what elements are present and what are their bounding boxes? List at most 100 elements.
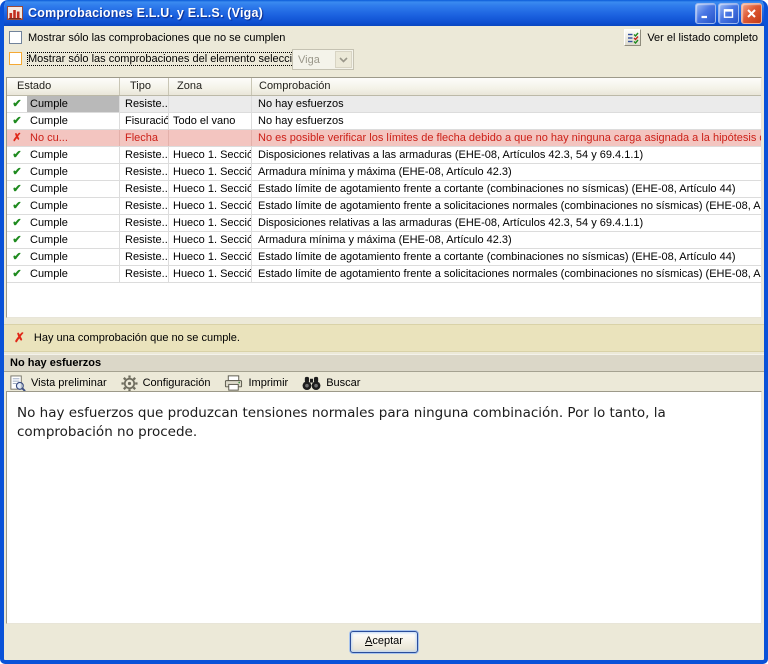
table-row[interactable]: ✔ Cumple Fisuración Todo el vano No hay …	[7, 113, 761, 130]
chevron-down-icon	[339, 56, 348, 63]
cell-comprobacion: Armadura mínima y máxima (EHE-08, Artícu…	[258, 234, 512, 246]
column-header-tipo[interactable]: Tipo	[120, 78, 169, 95]
cell-comprobacion: No hay esfuerzos	[258, 98, 344, 110]
cell-comprobacion: Estado límite de agotamiento frente a so…	[258, 200, 761, 212]
preview-label: Vista preliminar	[31, 377, 107, 389]
table-row[interactable]: ✔ Cumple Resiste... Hueco 1. Sección inf…	[7, 232, 761, 249]
cell-zona	[169, 130, 252, 146]
cell-estado: Cumple	[27, 164, 120, 180]
cell-estado: Cumple	[27, 249, 120, 265]
column-header-estado[interactable]: Estado	[7, 78, 120, 95]
minimize-icon	[701, 15, 707, 18]
only-selected-element-label[interactable]: Mostrar sólo las comprobaciones del elem…	[27, 51, 324, 66]
dialog-window: Comprobaciones E.L.U. y E.L.S. (Viga) Mo…	[0, 0, 768, 664]
cell-tipo: Resiste...	[120, 147, 169, 163]
filter-element-row: Mostrar sólo las comprobaciones del elem…	[9, 51, 324, 66]
cell-comprobacion: No hay esfuerzos	[258, 115, 344, 127]
row-status-icon: ✗	[12, 132, 22, 144]
table-row[interactable]: ✔ Cumple Resiste... Hueco 1. Sección inf…	[7, 266, 761, 283]
preview-icon	[10, 374, 26, 392]
search-icon	[302, 376, 321, 390]
cell-zona	[169, 96, 252, 112]
fail-icon: ✗	[14, 330, 25, 345]
element-type-select[interactable]: Viga	[292, 49, 354, 70]
cell-comprobacion: Estado límite de agotamiento frente a co…	[258, 183, 736, 195]
row-status-icon: ✔	[7, 96, 27, 112]
cell-zona: Hueco 1. Sección inferi...	[169, 266, 252, 282]
settings-label: Configuración	[142, 377, 211, 389]
cell-zona: Hueco 1. Sección supe...	[169, 181, 252, 197]
table-body: ✔ Cumple Resiste... No hay esfuerzos ✔ C…	[7, 96, 761, 317]
cell-estado: No cu...	[27, 130, 120, 146]
cell-zona: Todo el vano	[169, 113, 252, 129]
cell-tipo: Resiste...	[120, 266, 169, 282]
view-full-listing-label: Ver el listado completo	[647, 31, 758, 44]
table-row[interactable]: ✔ Cumple Resiste... Hueco 1. Sección sup…	[7, 164, 761, 181]
cell-zona: Hueco 1. Sección supe...	[169, 147, 252, 163]
summary-status-text: Hay una comprobación que no se cumple.	[33, 332, 240, 344]
accept-button[interactable]: Aceptar	[350, 631, 418, 653]
preview-button[interactable]: Vista preliminar	[9, 374, 107, 392]
close-button[interactable]	[741, 2, 762, 24]
table-row[interactable]: ✗ No cu... Flecha No es posible verifica…	[7, 130, 761, 147]
view-full-listing-button[interactable]: Ver el listado completo	[624, 29, 758, 46]
cell-estado: Cumple	[27, 215, 120, 231]
only-failed-checkbox[interactable]	[9, 31, 22, 44]
cell-zona: Hueco 1. Sección supe...	[169, 164, 252, 180]
minimize-button[interactable]	[695, 2, 716, 24]
row-status-icon: ✔	[12, 217, 22, 229]
maximize-button[interactable]	[718, 2, 739, 24]
only-selected-element-checkbox[interactable]	[9, 52, 22, 65]
table-row[interactable]: ✔ Cumple Resiste... Hueco 1. Sección inf…	[7, 249, 761, 266]
table-row[interactable]: ✔ Cumple Resiste... Hueco 1. Sección inf…	[7, 215, 761, 232]
cell-tipo: Resiste...	[120, 181, 169, 197]
row-status-icon: ✔	[12, 234, 22, 246]
search-label: Buscar	[326, 377, 361, 389]
maximize-icon	[723, 8, 734, 18]
cell-estado: Cumple	[27, 181, 120, 197]
cell-estado: Cumple	[27, 232, 120, 248]
row-status-icon: ✔	[12, 166, 22, 178]
cell-comprobacion: No es posible verificar los límites de f…	[258, 132, 761, 144]
cell-estado: Cumple	[27, 147, 120, 163]
table-header: Estado Tipo Zona Comprobación	[7, 78, 761, 96]
titlebar: Comprobaciones E.L.U. y E.L.S. (Viga)	[4, 0, 764, 26]
close-icon	[747, 8, 756, 18]
combo-arrow-button[interactable]	[335, 51, 352, 68]
detail-toolbar: Vista preliminar Configuración Imprimir …	[9, 373, 360, 393]
cell-tipo: Resiste...	[120, 96, 169, 112]
cell-tipo: Resiste...	[120, 249, 169, 265]
row-status-icon: ✔	[12, 183, 22, 195]
detail-panel: No hay esfuerzos que produzcan tensiones…	[6, 391, 762, 624]
cell-comprobacion: Disposiciones relativas a las armaduras …	[258, 217, 644, 229]
table-row[interactable]: ✔ Cumple Resiste... Hueco 1. Sección sup…	[7, 198, 761, 215]
column-header-zona[interactable]: Zona	[169, 78, 252, 95]
cell-estado: Cumple	[27, 198, 120, 214]
cell-comprobacion: Estado límite de agotamiento frente a so…	[258, 268, 761, 280]
search-button[interactable]: Buscar	[302, 376, 360, 391]
settings-icon	[121, 374, 138, 392]
element-type-value: Viga	[298, 53, 320, 66]
table-row[interactable]: ✔ Cumple Resiste... Hueco 1. Sección sup…	[7, 147, 761, 164]
print-label: Imprimir	[248, 377, 289, 389]
cell-comprobacion: Disposiciones relativas a las armaduras …	[258, 149, 644, 161]
settings-button[interactable]: Configuración	[121, 374, 211, 392]
only-failed-label[interactable]: Mostrar sólo las comprobaciones que no s…	[28, 32, 285, 44]
column-header-comprobacion[interactable]: Comprobación	[252, 78, 761, 95]
cell-zona: Hueco 1. Sección inferi...	[169, 249, 252, 265]
cell-comprobacion: Estado límite de agotamiento frente a co…	[258, 251, 736, 263]
checks-table: Estado Tipo Zona Comprobación ✔ Cumple R…	[6, 77, 762, 318]
table-row[interactable]: ✔ Cumple Resiste... Hueco 1. Sección sup…	[7, 181, 761, 198]
listing-icon	[624, 29, 642, 46]
print-button[interactable]: Imprimir	[224, 375, 288, 391]
row-status-icon: ✔	[12, 200, 22, 212]
cell-zona: Hueco 1. Sección supe...	[169, 198, 252, 214]
table-row[interactable]: ✔ Cumple Resiste... No hay esfuerzos	[7, 96, 761, 113]
cell-tipo: Flecha	[120, 130, 169, 146]
row-status-icon: ✔	[12, 268, 22, 280]
cell-zona: Hueco 1. Sección inferi...	[169, 215, 252, 231]
row-status-icon: ✔	[12, 251, 22, 263]
row-status-icon: ✔	[12, 149, 22, 161]
summary-status-bar: ✗ Hay una comprobación que no se cumple.	[4, 324, 764, 352]
cell-estado: Cumple	[27, 266, 120, 282]
